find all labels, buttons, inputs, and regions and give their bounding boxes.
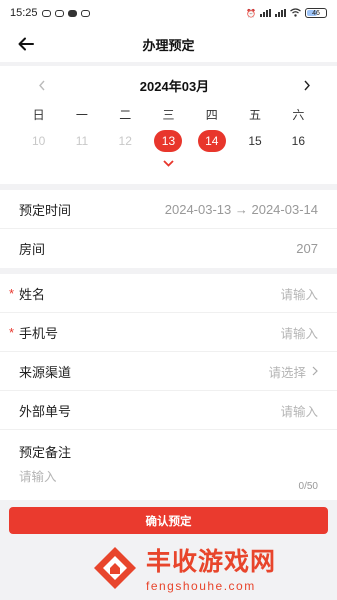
page-title: 办理预定	[142, 37, 195, 53]
calendar-day-selected[interactable]: 13	[154, 130, 183, 152]
status-bar: 15:25 ⏰ 46	[0, 0, 337, 26]
confirm-button[interactable]: 确认预定	[9, 507, 328, 534]
calendar-day: 10	[31, 134, 46, 148]
calendar-day-selected[interactable]: 14	[197, 130, 226, 152]
weekday-label: 六	[292, 107, 305, 122]
weekday-label: 三	[162, 107, 175, 122]
watermark-logo-icon	[94, 546, 136, 589]
watermark-url: fengshouhe.com	[146, 579, 256, 593]
external-order-input[interactable]: 请输入	[280, 401, 318, 420]
name-input[interactable]: 请输入	[280, 284, 318, 303]
chevron-right-icon	[304, 80, 310, 90]
notification-icon	[67, 9, 77, 17]
arrow-left-icon	[18, 37, 34, 51]
notification-icon	[54, 9, 64, 17]
status-time: 15:25	[10, 7, 38, 19]
weekday-label: 二	[119, 107, 132, 122]
watermark-title: 丰收游戏网	[146, 547, 277, 576]
battery-icon: 46	[305, 8, 327, 18]
back-button[interactable]	[14, 33, 38, 55]
chevron-left-icon	[39, 80, 45, 90]
signal-icon	[275, 9, 286, 17]
calendar-day: 12	[118, 134, 132, 148]
weekday-label: 五	[249, 107, 262, 122]
chevron-right-icon	[312, 366, 318, 376]
battery-level: 46	[312, 9, 320, 17]
calendar-month: 2024年03月	[139, 78, 210, 94]
source-field[interactable]: 来源渠道 请选择	[0, 352, 337, 391]
phone-label: 手机号	[19, 325, 59, 341]
notification-icon	[41, 9, 51, 17]
required-mark: *	[9, 325, 15, 340]
booking-info: 预定时间 2024-03-13 → 2024-03-14 房间 207	[0, 190, 337, 268]
guest-form: * 姓名 请输入 * 手机号 请输入 来源渠道 请选择 外部单号 请输入 预定备…	[0, 274, 337, 500]
remark-label: 预定备注	[19, 445, 72, 460]
external-order-field[interactable]: 外部单号 请输入	[0, 391, 337, 430]
source-label: 来源渠道	[19, 364, 72, 380]
weekday-label: 一	[75, 107, 88, 122]
weekday-label: 四	[205, 107, 218, 122]
booking-time-value: 2024-03-13 → 2024-03-14	[164, 201, 318, 217]
external-order-label: 外部单号	[19, 403, 72, 419]
room-value: 207	[296, 241, 318, 256]
booking-time-row[interactable]: 预定时间 2024-03-13 → 2024-03-14	[0, 190, 337, 229]
nav-bar: 办理预定	[0, 26, 337, 62]
phone-field[interactable]: * 手机号 请输入	[0, 313, 337, 352]
calendar-week-row: 10 11 12 13 14 15 16	[0, 126, 337, 156]
calendar-day[interactable]: 16	[284, 130, 312, 152]
calendar: 2024年03月 日 一 二 三 四 五 六 10 11 12 13 14 15…	[0, 66, 337, 184]
room-label: 房间	[19, 242, 46, 257]
required-mark: *	[9, 286, 15, 301]
phone-input[interactable]: 请输入	[280, 323, 318, 342]
weekday-label: 日	[32, 107, 45, 122]
next-month-button[interactable]	[297, 75, 317, 95]
remark-input[interactable]: 请输入	[19, 466, 318, 485]
prev-month-button[interactable]	[32, 75, 52, 95]
booking-time-label: 预定时间	[19, 202, 72, 218]
message-icon	[80, 9, 90, 17]
wifi-icon	[290, 7, 301, 19]
remark-field[interactable]: 预定备注 请输入 0/50	[0, 430, 337, 500]
expand-calendar-button[interactable]	[0, 156, 337, 170]
room-row: 房间 207	[0, 229, 337, 268]
source-select[interactable]: 请选择	[268, 362, 306, 381]
chevron-down-icon	[163, 159, 174, 167]
calendar-day: 11	[75, 134, 89, 148]
alarm-icon: ⏰	[246, 8, 256, 18]
name-label: 姓名	[19, 286, 46, 302]
remark-counter: 0/50	[298, 481, 318, 492]
watermark: 丰收游戏网 fengshouhe.com	[90, 535, 337, 600]
calendar-day[interactable]: 15	[241, 130, 269, 152]
name-field[interactable]: * 姓名 请输入	[0, 274, 337, 313]
signal-icon	[260, 9, 271, 17]
